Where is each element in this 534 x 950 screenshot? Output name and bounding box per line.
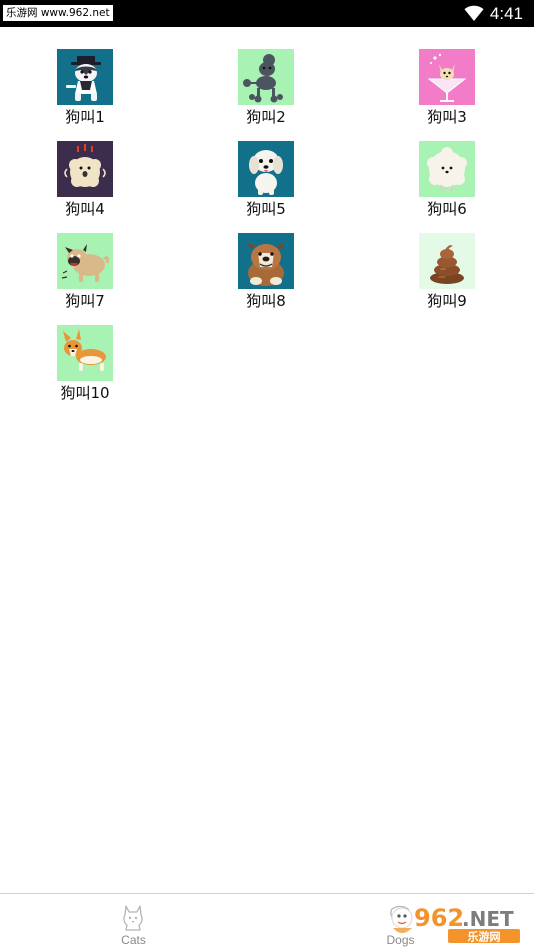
grid-item-label: 狗叫10 [60, 384, 110, 402]
grid-item-label: 狗叫4 [65, 200, 105, 218]
svg-text:乐游网: 乐游网 [468, 930, 501, 944]
dog-poop-icon [419, 233, 475, 289]
grid-item-label: 狗叫5 [246, 200, 286, 218]
grid-item-dog-6[interactable]: 狗叫6 [384, 141, 504, 227]
grid-item-dog-7[interactable]: 狗叫7 [22, 233, 142, 319]
grid-item-label: 狗叫7 [65, 292, 105, 310]
grid-item-dog-2[interactable]: 狗叫2 [203, 49, 323, 135]
svg-text:.NET: .NET [462, 907, 514, 931]
grid-item-dog-9[interactable]: 狗叫9 [384, 233, 504, 319]
grid-item-label: 狗叫1 [65, 108, 105, 126]
wifi-icon [464, 5, 484, 21]
grid-item-dog-4[interactable]: 狗叫4 [22, 141, 142, 227]
husky-dog-icon [57, 49, 113, 105]
samoyed-dog-icon [419, 141, 475, 197]
tab-cats-label: Cats [121, 933, 146, 947]
status-clock: 4:41 [489, 4, 523, 23]
grid-item-dog-5[interactable]: 狗叫5 [203, 141, 323, 227]
grid-item-label: 狗叫3 [427, 108, 467, 126]
fluffy-dog-icon [57, 141, 113, 197]
grid-item-dog-8[interactable]: 狗叫8 [203, 233, 323, 319]
brand-watermark-logo: 962 .NET 乐游网 [391, 903, 520, 944]
grid-item-label: 狗叫8 [246, 292, 286, 310]
poodle-dog-icon [238, 49, 294, 105]
grid-item-dog-10[interactable]: 狗叫10 [22, 325, 142, 411]
grid-item-dog-1[interactable]: 狗叫1 [22, 49, 142, 135]
pug-dog-icon [57, 233, 113, 289]
maltese-dog-icon [238, 141, 294, 197]
status-bar: 乐游网 www.962.net 4:41 [0, 0, 534, 27]
cat-icon [123, 905, 143, 931]
corgi-dog-icon [57, 325, 113, 381]
chihuahua-cocktail-icon [419, 49, 475, 105]
grid-item-label: 狗叫6 [427, 200, 467, 218]
grid-item-dog-3[interactable]: 狗叫3 [384, 49, 504, 135]
grid-item-label: 狗叫9 [427, 292, 467, 310]
grid-item-label: 狗叫2 [246, 108, 286, 126]
bulldog-icon [238, 233, 294, 289]
tab-cats[interactable]: Cats [0, 894, 267, 950]
dog-sound-grid: 狗叫1 狗叫2 狗叫3 狗叫4 狗叫5 狗叫6 狗叫7 狗叫8 狗叫9 狗叫10 [0, 27, 534, 893]
svg-text:962: 962 [414, 904, 464, 932]
watermark-label: 乐游网 www.962.net [3, 5, 113, 21]
